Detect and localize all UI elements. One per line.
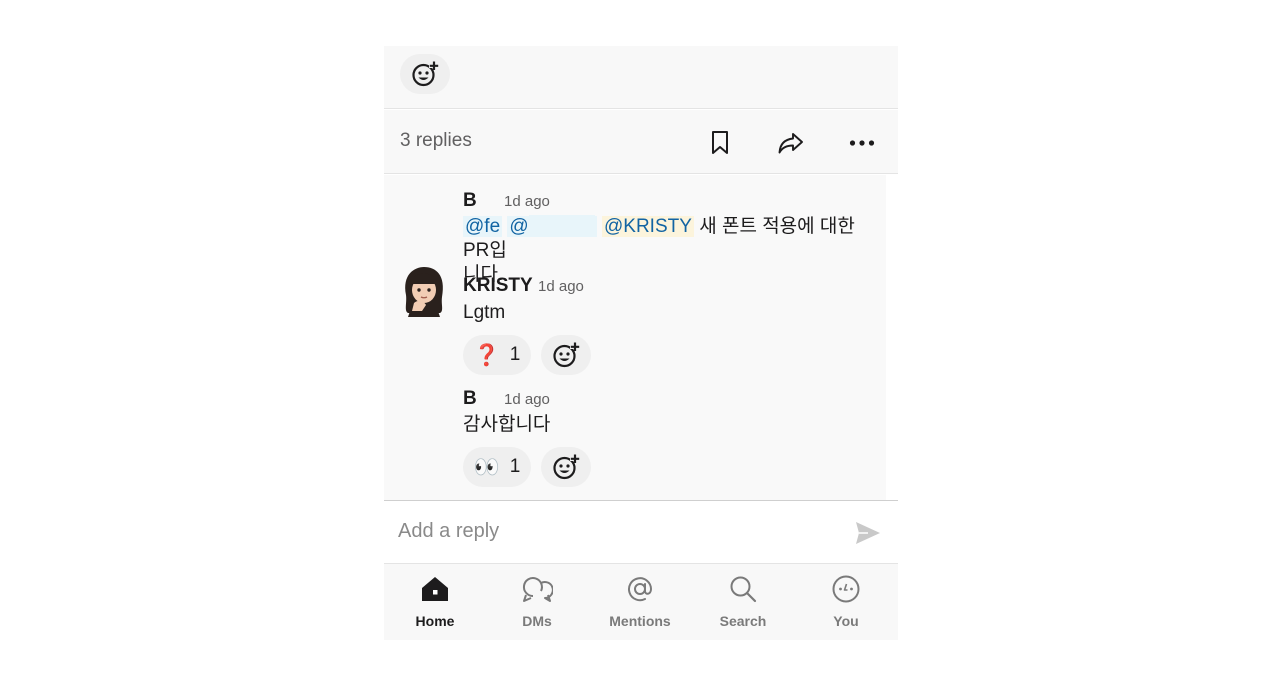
message-timestamp: 1d ago	[504, 193, 550, 210]
message-timestamp: 1d ago	[538, 278, 584, 295]
add-reaction-button[interactable]	[400, 54, 450, 94]
tab-label: You	[833, 613, 859, 629]
more-icon	[849, 140, 875, 146]
bookmark-button[interactable]	[705, 128, 735, 158]
share-button[interactable]	[776, 128, 806, 158]
mention-fe[interactable]: @fe	[463, 216, 503, 237]
share-icon	[778, 133, 803, 154]
bookmark-icon	[712, 131, 728, 154]
dms-icon	[522, 577, 553, 602]
home-icon	[422, 577, 448, 601]
mention-kristy[interactable]: @KRISTY	[602, 216, 694, 237]
tab-search[interactable]: Search	[698, 572, 788, 636]
tab-you[interactable]: You	[801, 572, 891, 636]
tab-label: Home	[415, 613, 455, 629]
reaction-pill[interactable]: 👀 1	[463, 447, 531, 487]
message-author[interactable]: KRISTY	[463, 275, 533, 297]
tab-label: Mentions	[609, 613, 671, 629]
reaction-count: 1	[509, 456, 521, 477]
add-reaction-button[interactable]	[541, 447, 591, 487]
parent-reaction-row	[384, 46, 898, 109]
message-author[interactable]: B	[463, 190, 477, 212]
eyes-emoji: 👀	[473, 454, 500, 479]
message-body: Lgtm	[463, 302, 506, 323]
mention-user[interactable]: @	[507, 215, 597, 237]
message-timestamp: 1d ago	[504, 391, 550, 408]
send-icon	[856, 522, 880, 544]
mentions-icon	[628, 577, 653, 602]
add-reaction-icon	[553, 342, 580, 368]
more-button[interactable]	[847, 128, 877, 158]
you-icon	[832, 575, 860, 603]
question-emoji: ❓	[473, 342, 500, 367]
bottom-tab-bar: Home DMs Mentions Search You	[384, 564, 898, 640]
reaction-count: 1	[509, 344, 521, 365]
thread-list: B 1d ago @fe @ @KRISTY 새 폰트 적용에 대한 PR입 니…	[384, 175, 886, 500]
tab-dms[interactable]: DMs	[492, 572, 582, 636]
tab-home[interactable]: Home	[390, 572, 480, 636]
send-button[interactable]	[854, 519, 884, 549]
thread-screen: 3 replies B 1d ago @fe @ @KRISTY 새 폰트 적용…	[384, 46, 898, 640]
add-reaction-icon	[553, 454, 580, 480]
add-reaction-button[interactable]	[541, 335, 591, 375]
message-author[interactable]: B	[463, 388, 477, 410]
replies-bar: 3 replies	[384, 110, 898, 174]
tab-mentions[interactable]: Mentions	[595, 572, 685, 636]
avatar[interactable]	[400, 265, 448, 317]
replies-count[interactable]: 3 replies	[400, 130, 472, 152]
add-reaction-icon	[412, 61, 439, 87]
search-icon	[730, 576, 757, 603]
tab-label: Search	[719, 613, 767, 629]
reaction-pill[interactable]: ❓ 1	[463, 335, 531, 375]
message-body: 감사합니다	[463, 414, 551, 435]
tab-label: DMs	[522, 613, 552, 629]
reply-composer	[384, 500, 898, 564]
reply-input[interactable]	[398, 520, 818, 543]
